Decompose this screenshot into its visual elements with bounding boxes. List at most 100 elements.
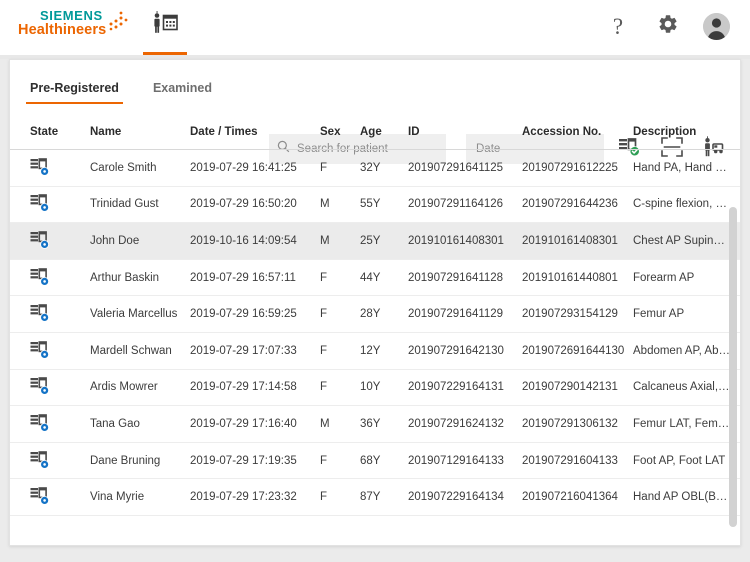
cell-id: 201907291641128 xyxy=(408,271,504,284)
cell-state[interactable] xyxy=(30,377,90,397)
cell-id: 201907229164131 xyxy=(408,381,504,394)
tab-pre-registered[interactable]: Pre-Registered xyxy=(26,60,123,115)
logo-siemens-text: SIEMENS xyxy=(40,8,103,23)
cell-sex: F xyxy=(320,491,328,504)
cell-accession: 2019072691644130 xyxy=(522,344,625,357)
cell-age: 87Y xyxy=(360,491,381,504)
table-row[interactable]: Valeria Marcellus 2019-07-29 16:59:25 F 28Y… xyxy=(10,296,740,333)
cell-state[interactable] xyxy=(30,157,90,178)
cell-name: Mardell Schwan xyxy=(90,344,172,357)
tab-examined[interactable]: Examined xyxy=(149,60,216,115)
table-scrollbar-thumb[interactable] xyxy=(729,207,737,527)
registered-document-icon xyxy=(30,194,49,213)
cell-age: 10Y xyxy=(360,381,381,394)
registered-document-icon xyxy=(30,377,49,396)
table-row[interactable]: Vina Myrie 2019-07-29 17:23:32 F 87Y 2019072… xyxy=(10,479,740,516)
cell-sex: F xyxy=(320,271,328,284)
cell-name: Carole Smith xyxy=(90,161,157,174)
help-button[interactable]: ? xyxy=(603,12,633,42)
cell-sex: M xyxy=(320,234,330,247)
column-header-date: Date / Times xyxy=(190,126,258,138)
cell-name: Ardis Mowrer xyxy=(90,381,158,394)
table-header-row: State Name Date / Times Sex Age ID Acces… xyxy=(10,115,740,150)
cell-sex: F xyxy=(320,161,328,174)
table-row[interactable]: Arthur Baskin 2019-07-29 16:57:11 F 44Y 2019… xyxy=(10,260,740,297)
cell-name: Vina Myrie xyxy=(90,491,145,504)
cell-description: Hand PA, Hand LAT xyxy=(633,161,736,174)
cell-sex: F xyxy=(320,344,328,357)
cell-sex: M xyxy=(320,198,330,211)
cell-age: 36Y xyxy=(360,417,381,430)
cell-description: Abdomen AP, Abdo... xyxy=(633,344,740,357)
cell-date: 2019-07-29 16:59:25 xyxy=(190,308,297,321)
cell-state[interactable] xyxy=(30,231,90,251)
cell-date: 2019-07-29 17:23:32 xyxy=(190,491,297,504)
registered-document-icon xyxy=(30,414,49,432)
cell-age: 44Y xyxy=(360,271,381,284)
cell-id: 201907291641125 xyxy=(408,161,504,174)
column-header-description: Description xyxy=(633,126,697,138)
tab-examined-label: Examined xyxy=(152,80,212,95)
cell-state[interactable] xyxy=(30,414,90,434)
cell-id: 201910161408301 xyxy=(408,234,504,247)
cell-age: 12Y xyxy=(360,344,381,357)
cell-id: 201907291642130 xyxy=(408,344,504,357)
table-row[interactable]: Mardell Schwan 2019-07-29 17:07:33 F 12Y 201… xyxy=(10,333,740,370)
cell-description: Forearm AP xyxy=(633,271,695,284)
cell-name: Trinidad Gust xyxy=(90,198,159,211)
cell-accession: 201907290142131 xyxy=(522,381,618,394)
cell-state[interactable] xyxy=(30,194,90,214)
cell-accession: 201907291612225 xyxy=(522,161,618,174)
cell-state[interactable] xyxy=(30,450,90,471)
user-avatar[interactable] xyxy=(703,13,730,40)
column-header-id: ID xyxy=(408,126,420,138)
question-mark-icon: ? xyxy=(612,14,624,39)
table-row[interactable]: Carole Smith 2019-07-29 16:41:25 F 32Y 20190… xyxy=(10,150,740,187)
cell-sex: F xyxy=(320,308,328,321)
cell-state[interactable] xyxy=(30,267,90,288)
column-header-accession: Accession No. xyxy=(522,126,602,138)
tab-pre-registered-label: Pre-Registered xyxy=(30,80,119,95)
table-row[interactable]: Ardis Mowrer 2019-07-29 17:14:58 F 10Y 20190… xyxy=(10,370,740,407)
worklist-toolbar: Pre-Registered Examined xyxy=(10,60,740,115)
siemens-healthineers-logo: SIEMENS Healthineers xyxy=(18,8,128,38)
logo-healthineers-text: Healthineers xyxy=(18,21,107,38)
cell-state[interactable] xyxy=(30,304,90,324)
cell-sex: F xyxy=(320,454,328,467)
column-header-name: Name xyxy=(90,126,122,138)
table-row[interactable]: Trinidad Gust 2019-07-29 16:50:20 M 55Y 2019… xyxy=(10,187,740,224)
cell-accession: 201910161408301 xyxy=(522,234,618,247)
logo-dots-icon xyxy=(108,11,130,38)
cell-state[interactable] xyxy=(30,340,90,361)
table-row[interactable]: John Doe 2019-10-16 14:09:54 M 25Y 201910161… xyxy=(10,223,740,260)
table-scrollbar[interactable] xyxy=(729,207,737,527)
nav-tab-worklist[interactable] xyxy=(142,8,188,55)
table-row[interactable]: Dane Bruning 2019-07-29 17:19:35 F 68Y 20190… xyxy=(10,443,740,480)
cell-name: Tana Gao xyxy=(90,417,140,430)
cell-description: Calcaneus Axial, An... xyxy=(633,381,740,394)
cell-age: 55Y xyxy=(360,198,381,211)
registered-document-icon xyxy=(30,340,49,359)
cell-state[interactable] xyxy=(30,487,90,507)
worklist-tabs: Pre-Registered Examined xyxy=(26,60,242,115)
table-row[interactable]: Tana Gao 2019-07-29 17:16:40 M 36Y 201907291… xyxy=(10,406,740,443)
cell-date: 2019-07-29 17:16:40 xyxy=(190,417,297,430)
user-avatar-icon xyxy=(703,13,730,40)
cell-id: 201907129164133 xyxy=(408,454,504,467)
cell-description: Femur LAT, Femur ... xyxy=(633,417,740,430)
cell-age: 25Y xyxy=(360,234,381,247)
cell-id: 201907291641129 xyxy=(408,308,504,321)
cell-age: 68Y xyxy=(360,454,381,467)
registered-document-icon xyxy=(30,450,49,469)
gear-icon xyxy=(657,13,679,40)
cell-id: 201907291164126 xyxy=(408,198,504,211)
cell-date: 2019-07-29 17:07:33 xyxy=(190,344,297,357)
cell-description: Foot AP, Foot LAT xyxy=(633,454,726,467)
cell-accession: 201910161440801 xyxy=(522,271,618,284)
app-header: SIEMENS Healthineers ? xyxy=(0,0,750,55)
settings-button[interactable] xyxy=(653,12,683,42)
registered-document-icon xyxy=(30,157,49,176)
table-body: Carole Smith 2019-07-29 16:41:25 F 32Y 20190… xyxy=(10,150,740,516)
registered-document-icon xyxy=(30,267,49,286)
active-tab-indicator xyxy=(143,52,188,55)
